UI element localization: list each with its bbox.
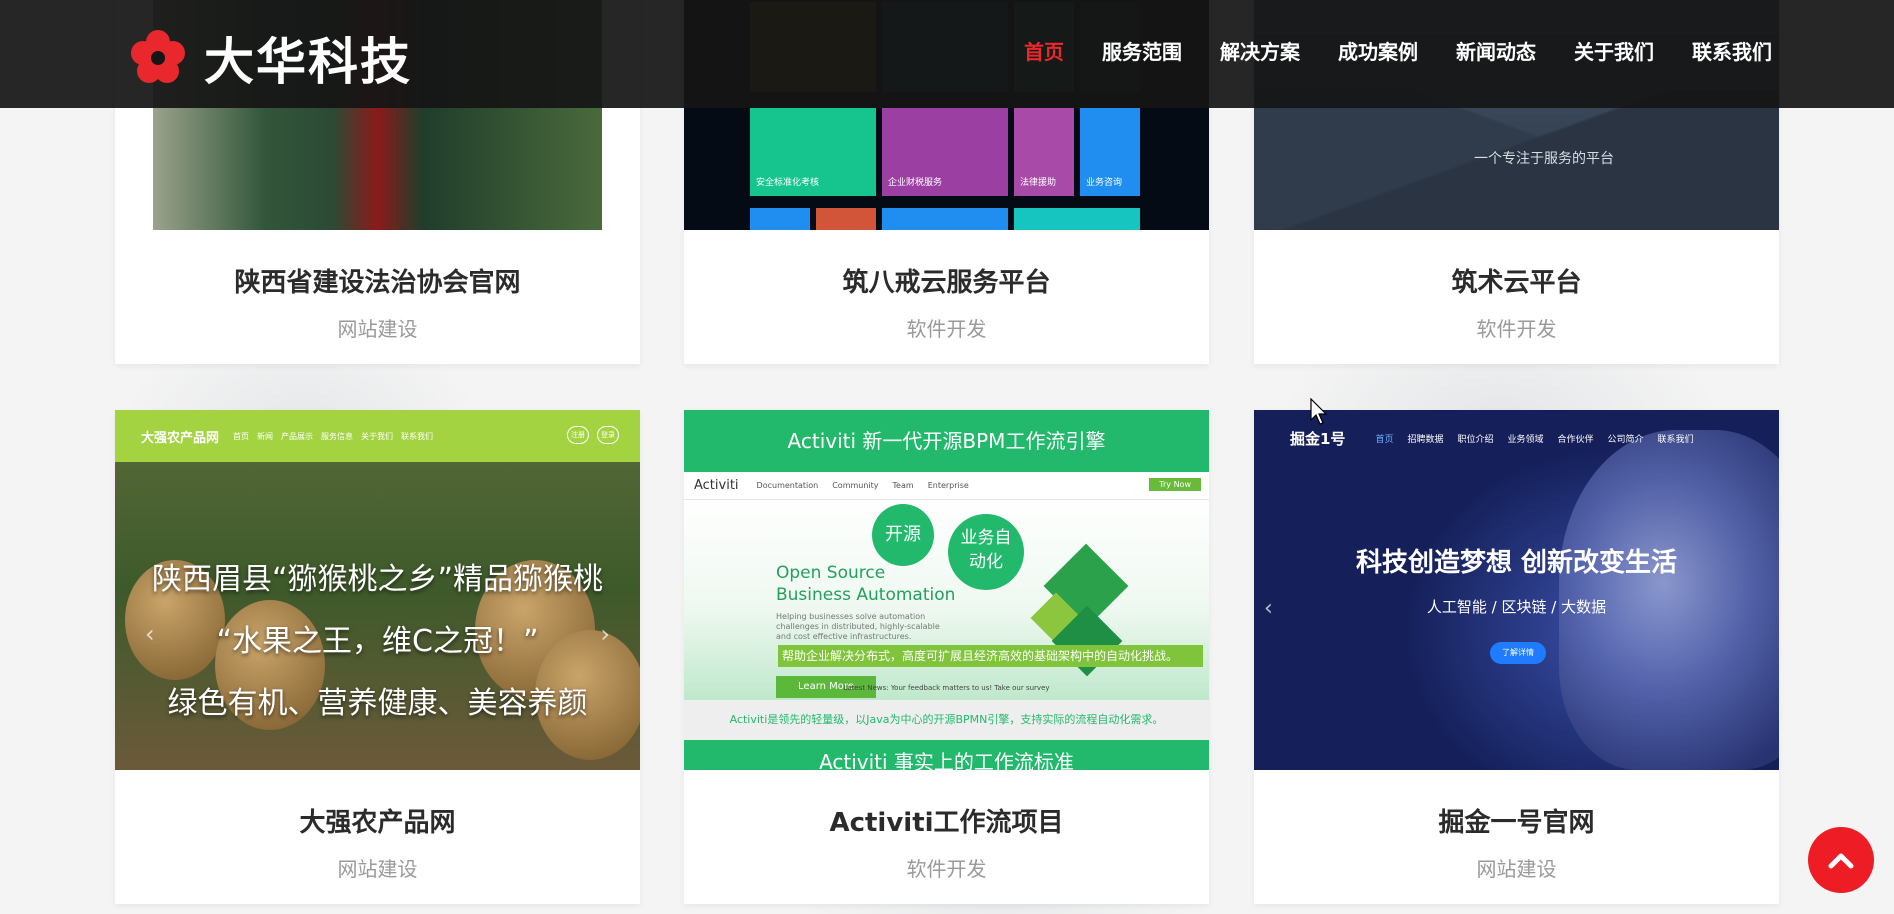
juejin-nav: 掘金1号 首页 招聘数据 职位介绍 业务领域 合作伙伴 公司简介 联系我们 — [1290, 430, 1694, 448]
case-title: 掘金一号官网 — [1438, 808, 1595, 838]
case-title: 筑术云平台 — [1451, 268, 1582, 298]
case-category: 软件开发 — [906, 857, 987, 881]
zhushu-slogan: 一个专注于服务的平台 — [1474, 151, 1614, 167]
nav-item-solutions[interactable]: 解决方案 — [1220, 36, 1300, 65]
main-nav: 首页 服务范围 解决方案 成功案例 新闻动态 关于我们 联系我们 — [986, 36, 1772, 65]
nav-item-services[interactable]: 服务范围 — [1102, 36, 1182, 65]
tile — [882, 208, 1008, 230]
tile — [750, 208, 810, 230]
tile — [816, 208, 876, 230]
nav-item-news[interactable]: 新闻动态 — [1456, 36, 1536, 65]
brand-name: 大华科技 — [204, 33, 412, 91]
nav-item-cases[interactable]: 成功案例 — [1338, 36, 1418, 65]
case-card-juejin[interactable]: 掘金1号 首页 招聘数据 职位介绍 业务领域 合作伙伴 公司简介 联系我们 科技… — [1254, 410, 1779, 904]
case-thumbnail: 大强农产品网 首页 新闻 产品展示 服务信息 关于我们 联系我们 注册 登录 陕… — [115, 410, 640, 770]
chevron-left-icon: ‹ — [1264, 596, 1273, 621]
bubble-open-source: 开源 — [872, 504, 934, 566]
red-flower-logo-icon — [130, 30, 186, 86]
chevron-right-icon: › — [600, 620, 610, 648]
kiwi-headline-2: “水果之王，维C之冠！” — [216, 624, 539, 659]
mouse-cursor-icon — [1310, 398, 1328, 425]
activiti-bottom-banner: Activiti 事实上的工作流标准 — [684, 740, 1209, 770]
activiti-nav: Activiti Documentation Community Team En… — [684, 472, 1209, 500]
juejin-subtitle: 人工智能 / 区块链 / 大数据 — [1426, 598, 1607, 616]
tile: 安全标准化考核 — [750, 108, 876, 196]
activiti-description: Helping businesses solve automation chal… — [776, 612, 940, 641]
juejin-detail-button: 了解详情 — [1490, 642, 1546, 664]
tile: 企业财税服务 — [882, 108, 1008, 196]
chevron-left-icon: ‹ — [145, 620, 155, 648]
scroll-to-top-button[interactable] — [1808, 827, 1874, 893]
case-thumbnail: 掘金1号 首页 招聘数据 职位介绍 业务领域 合作伙伴 公司简介 联系我们 科技… — [1254, 410, 1779, 770]
case-category: 软件开发 — [906, 317, 987, 341]
kiwi-headline-3: 绿色有机、营养健康、美容养颜 — [167, 686, 588, 721]
site-header: 大华科技 首页 服务范围 解决方案 成功案例 新闻动态 关于我们 联系我们 — [0, 0, 1894, 108]
tile — [1014, 208, 1140, 230]
case-title: 大强农产品网 — [299, 808, 456, 838]
activiti-news: Latest News: Your feedback matters to us… — [843, 684, 1050, 692]
kiwi-headline-1: 陕西眉县“猕猴桃之乡”精品猕猴桃 — [151, 562, 604, 597]
bubble-automation: 业务自动化 — [948, 514, 1024, 590]
activiti-oss-heading: Open Source Business Automation — [776, 563, 956, 605]
case-card-activiti[interactable]: Activiti 新一代开源BPM工作流引擎 Activiti Document… — [684, 410, 1209, 904]
nav-item-home[interactable]: 首页 — [1024, 36, 1064, 65]
activiti-hero: 开源 业务自动化 Open Source Business Automation… — [684, 500, 1209, 700]
case-category: 网站建设 — [337, 317, 418, 341]
activiti-green-banner: 帮助企业解决分布式，高度可扩展且经济高效的基础架构中的自动化挑战。 — [778, 645, 1203, 667]
juejin-headline: 科技创造梦想 创新改变生活 — [1355, 548, 1678, 578]
activiti-summary: Activiti是领先的轻量级，以Java为中心的开源BPMN引擎，支持实际的流… — [684, 700, 1209, 740]
case-title: 陕西省建设法治协会官网 — [234, 268, 521, 298]
case-category: 网站建设 — [337, 857, 418, 881]
case-category: 软件开发 — [1476, 317, 1557, 341]
case-title: Activiti工作流项目 — [829, 808, 1064, 838]
nav-item-about[interactable]: 关于我们 — [1574, 36, 1654, 65]
case-card-daqiang[interactable]: 大强农产品网 首页 新闻 产品展示 服务信息 关于我们 联系我们 注册 登录 陕… — [115, 410, 640, 904]
case-title: 筑八戒云服务平台 — [842, 268, 1051, 298]
tile: 法律援助 — [1014, 108, 1074, 196]
daqiang-nav-bar: 大强农产品网 首页 新闻 产品展示 服务信息 关于我们 联系我们 注册 登录 — [115, 410, 640, 462]
case-thumbnail: Activiti 新一代开源BPM工作流引擎 Activiti Document… — [684, 410, 1209, 770]
chevron-up-icon — [1828, 853, 1854, 869]
activiti-top-banner: Activiti 新一代开源BPM工作流引擎 — [684, 410, 1209, 472]
site-logo[interactable]: 大华科技 — [130, 22, 412, 94]
nav-item-contact[interactable]: 联系我们 — [1692, 36, 1772, 65]
tile: 业务咨询 — [1080, 108, 1140, 196]
case-category: 网站建设 — [1476, 857, 1557, 881]
